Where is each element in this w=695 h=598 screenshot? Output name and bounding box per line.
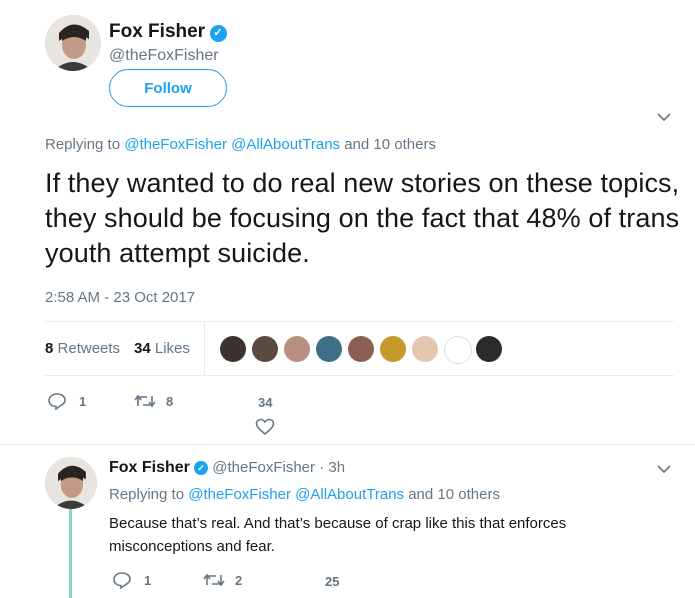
chevron-down-icon[interactable] (656, 110, 672, 128)
retweet-icon (203, 573, 225, 587)
like-count[interactable]: 25 (325, 574, 339, 589)
like-count-label: 34 (258, 395, 273, 410)
liker-avatar[interactable] (284, 336, 310, 362)
mention-link[interactable]: @AllAboutTrans (295, 486, 404, 503)
chevron-down-icon[interactable] (656, 462, 672, 480)
liker-avatar[interactable] (412, 336, 438, 362)
reply-author-name[interactable]: Fox Fisher (109, 459, 190, 476)
replying-to: Replying to @theFoxFisher @AllAboutTrans… (45, 136, 436, 153)
retweet-icon (134, 394, 156, 408)
replying-others[interactable]: and 10 others (408, 486, 500, 503)
mention-link[interactable]: @theFoxFisher (188, 486, 291, 503)
retweets-label: Retweets (57, 340, 121, 357)
retweet-count: 2 (235, 572, 243, 588)
liker-avatar[interactable] (476, 336, 502, 362)
liker-avatars (220, 336, 510, 364)
reply-icon (113, 572, 131, 589)
likes-stat[interactable]: 34 Likes (134, 340, 190, 357)
reply-time[interactable]: 3h (328, 459, 345, 476)
stats-divider (204, 322, 205, 375)
liker-avatar[interactable] (220, 336, 246, 362)
avatar[interactable] (45, 457, 97, 509)
divider (0, 444, 695, 445)
likes-count: 34 (134, 340, 151, 357)
liker-avatar[interactable] (444, 336, 472, 364)
divider (45, 375, 674, 376)
liker-avatar[interactable] (348, 336, 374, 362)
author-handle[interactable]: @theFoxFisher (109, 47, 219, 65)
replying-prefix: Replying to (109, 486, 185, 503)
tweet-timestamp[interactable]: 2:58 AM - 23 Oct 2017 (45, 289, 195, 306)
mention-link[interactable]: @AllAboutTrans (231, 136, 340, 153)
author-name[interactable]: Fox Fisher (109, 21, 205, 42)
liker-avatar[interactable] (252, 336, 278, 362)
liker-avatar[interactable] (316, 336, 342, 362)
retweets-stat[interactable]: 8 Retweets (45, 340, 120, 357)
liker-avatar[interactable] (380, 336, 406, 362)
mention-link[interactable]: @theFoxFisher (124, 136, 227, 153)
verified-badge-icon: ✓ (194, 461, 209, 475)
replying-prefix: Replying to (45, 136, 121, 153)
retweets-count: 8 (45, 340, 54, 357)
reply-count: 1 (144, 572, 152, 588)
likes-label: Likes (154, 340, 190, 357)
tweet-text: If they wanted to do real new stories on… (45, 168, 680, 268)
reply-text: Because that’s real. And that’s because … (109, 515, 567, 555)
heart-icon[interactable] (255, 418, 275, 441)
reply-action[interactable]: 1 (112, 571, 151, 589)
replying-to: Replying to @theFoxFisher @AllAboutTrans… (109, 486, 500, 503)
retweet-action[interactable]: 2 (203, 571, 242, 589)
reply-count: 1 (79, 393, 87, 409)
verified-badge-icon: ✓ (209, 25, 227, 42)
avatar[interactable] (45, 15, 101, 71)
replying-others[interactable]: and 10 others (344, 136, 436, 153)
retweet-action[interactable]: 8 (134, 392, 173, 410)
reply-author-handle[interactable]: @theFoxFisher (212, 459, 315, 476)
retweet-count: 8 (166, 393, 174, 409)
follow-button[interactable]: Follow (109, 69, 227, 107)
divider (45, 321, 674, 322)
reply-action[interactable]: 1 (47, 392, 86, 410)
time-separator: · (319, 459, 325, 476)
reply-icon (48, 393, 66, 410)
thread-connector (69, 505, 72, 598)
